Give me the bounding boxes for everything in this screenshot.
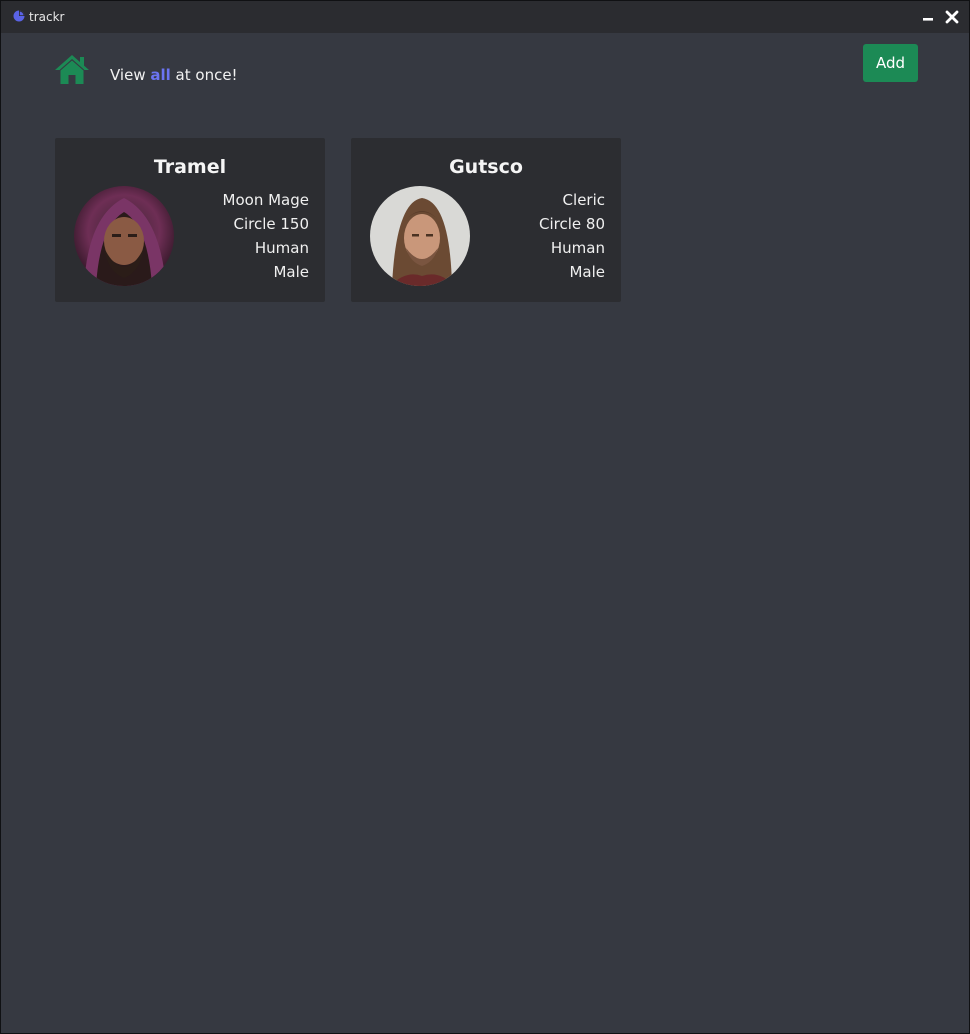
tagline-prefix: View	[110, 66, 151, 84]
character-circle: Circle 150	[233, 215, 309, 233]
character-gender: Male	[569, 263, 605, 281]
character-circle: Circle 80	[539, 215, 605, 233]
character-card[interactable]: Tramel Moon Mage Circle 150 Human Male	[55, 138, 325, 302]
title-bar[interactable]: trackr	[1, 1, 969, 33]
character-card[interactable]: Gutsco Cleric Circle 80 Human Male	[351, 138, 621, 302]
character-name: Gutsco	[449, 156, 523, 178]
app-title: trackr	[29, 10, 65, 24]
tagline-accent: all	[150, 66, 171, 84]
character-portrait	[370, 186, 470, 286]
page-tagline: View all at once!	[110, 65, 238, 85]
character-details: Moon Mage Circle 150 Human Male	[223, 188, 309, 284]
character-guild: Cleric	[562, 191, 605, 209]
character-guild: Moon Mage	[222, 191, 309, 209]
home-icon[interactable]	[53, 53, 91, 85]
add-character-button[interactable]: Add	[863, 44, 918, 82]
character-portrait	[74, 186, 174, 286]
character-race: Human	[550, 239, 605, 257]
character-race: Human	[254, 239, 309, 257]
pie-chart-icon	[13, 10, 25, 22]
character-details: Cleric Circle 80 Human Male	[539, 188, 605, 284]
character-name: Tramel	[153, 156, 227, 178]
app-window: trackr View all at once! Add Tramel Moon…	[0, 0, 970, 1034]
close-icon[interactable]	[944, 9, 960, 25]
character-gender: Male	[273, 263, 309, 281]
minimize-icon[interactable]	[920, 9, 936, 25]
tagline-suffix: at once!	[170, 66, 238, 84]
